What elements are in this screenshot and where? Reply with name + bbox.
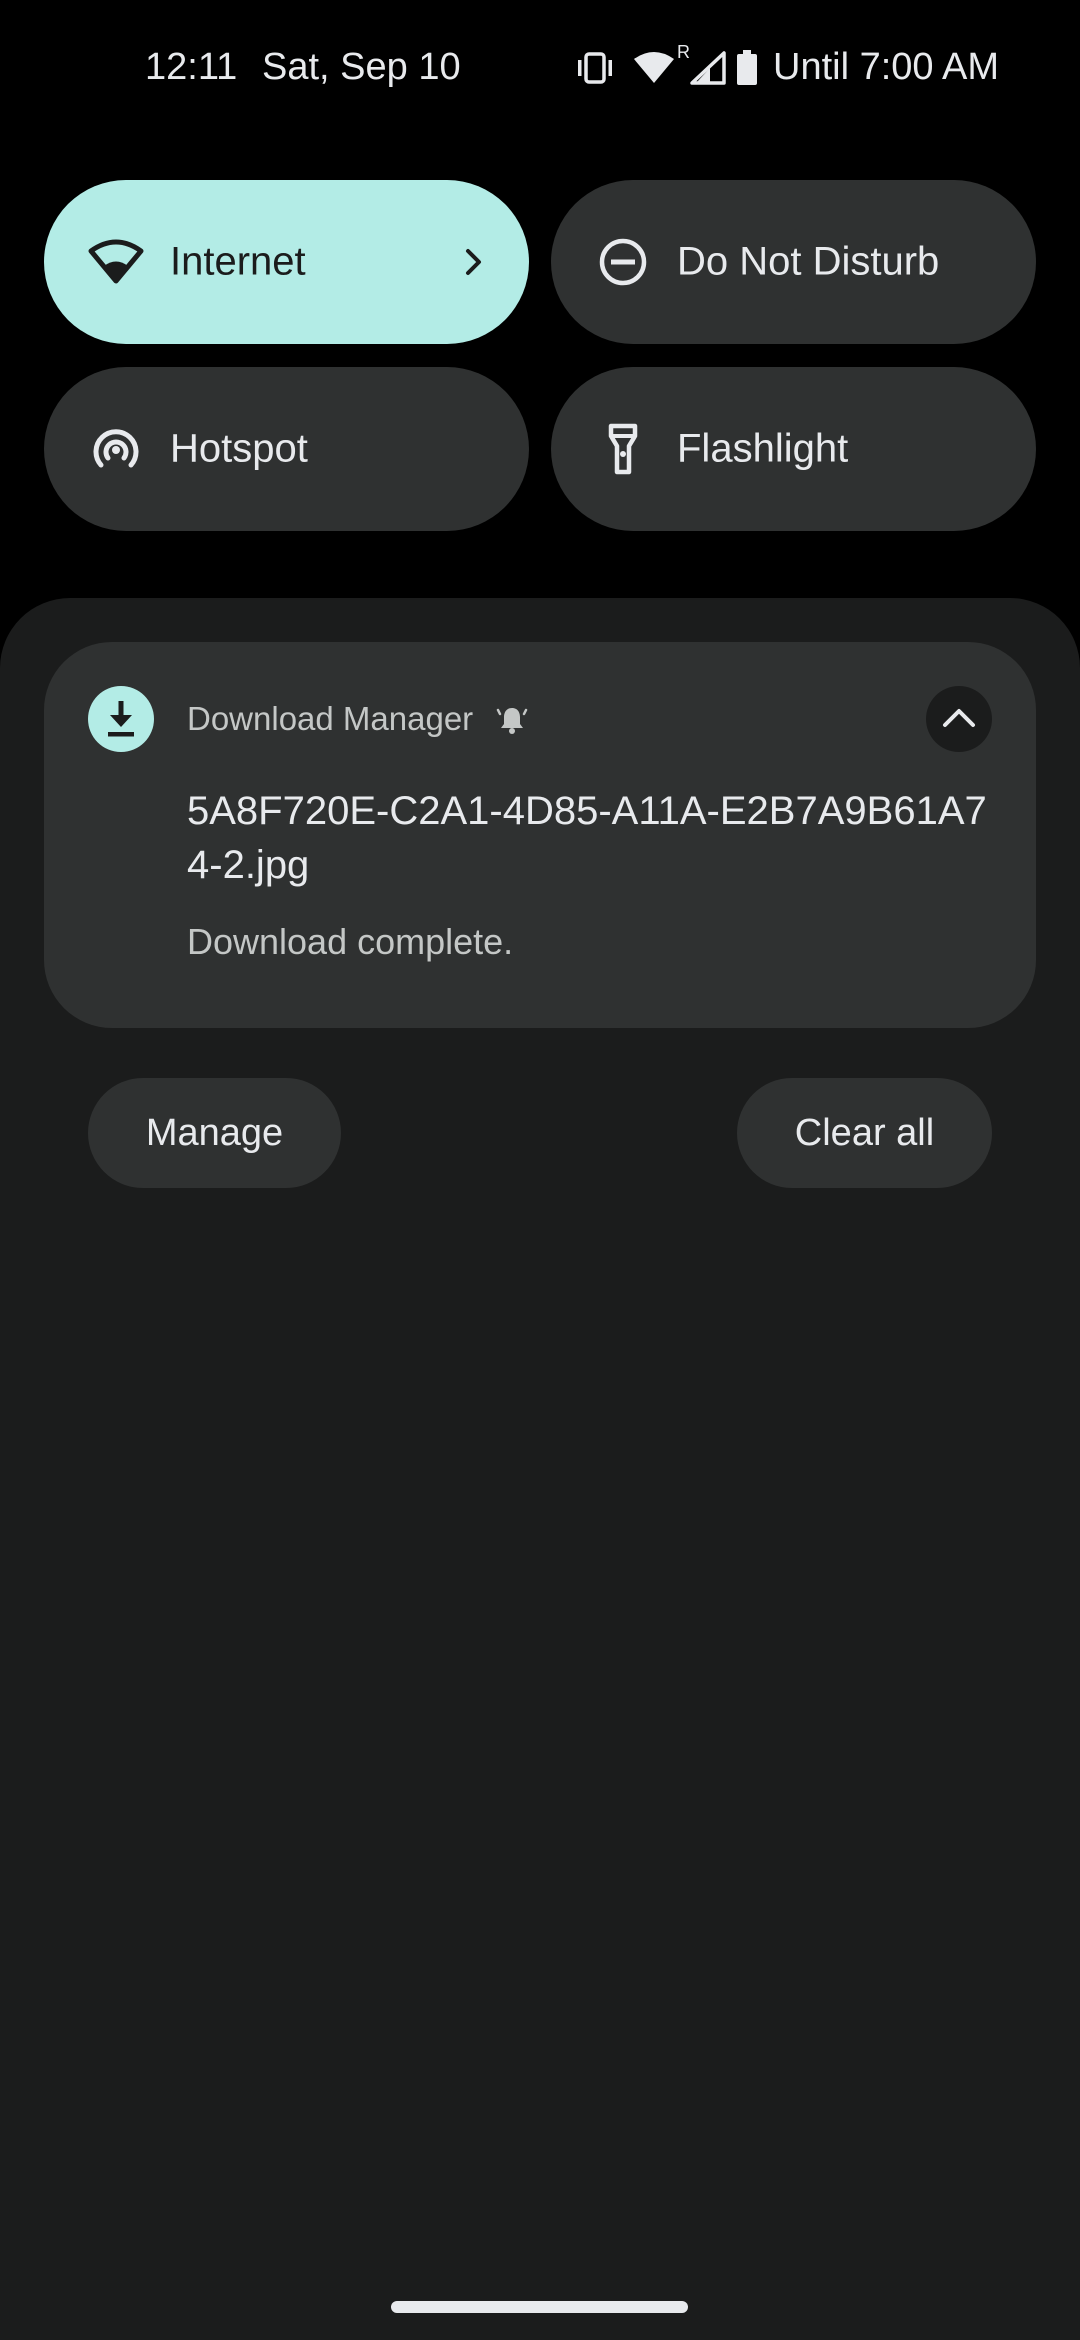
clear-all-button[interactable]: Clear all xyxy=(737,1078,992,1188)
vibrate-icon xyxy=(575,51,615,85)
notification-app-name: Download Manager xyxy=(187,700,474,737)
status-alarm-text: Until 7:00 AM xyxy=(773,46,999,88)
tile-label: Internet xyxy=(170,239,306,284)
tile-hotspot[interactable]: Hotspot xyxy=(44,367,529,531)
wifi-icon xyxy=(633,51,675,85)
tile-flashlight[interactable]: Flashlight xyxy=(551,367,1036,531)
notification-text: Download complete. xyxy=(187,921,514,962)
tile-label: Hotspot xyxy=(170,426,308,471)
status-date: Sat, Sep 10 xyxy=(262,46,461,88)
roaming-indicator: R xyxy=(677,42,690,62)
download-icon xyxy=(88,686,154,752)
signal-icon xyxy=(690,51,726,85)
collapse-button[interactable] xyxy=(926,686,992,752)
wifi-icon xyxy=(86,232,146,292)
notification-title: 5A8F720E-C2A1-4D85-A11A-E2B7A9B61A74-2.j… xyxy=(187,789,987,887)
tile-do-not-disturb[interactable]: Do Not Disturb xyxy=(551,180,1036,344)
manage-button[interactable]: Manage xyxy=(88,1078,341,1188)
tile-label: Do Not Disturb xyxy=(677,239,940,284)
tile-label: Flashlight xyxy=(677,426,849,471)
do-not-disturb-icon xyxy=(593,232,653,292)
tile-internet[interactable]: Internet xyxy=(44,180,529,344)
status-bar: 12:11 Sat, Sep 10 R Until 7:00 AM xyxy=(0,0,1080,135)
flashlight-icon xyxy=(593,419,653,479)
chevron-up-icon xyxy=(941,707,977,732)
battery-icon xyxy=(736,50,758,86)
status-icons: R xyxy=(575,42,758,90)
status-time: 12:11 xyxy=(145,46,238,88)
gesture-nav-handle[interactable] xyxy=(391,2301,688,2313)
chevron-right-icon xyxy=(459,242,489,282)
notification-card[interactable]: Download Manager 5A8F720E-C2A1-4D85-A11A… xyxy=(44,642,1036,1028)
hotspot-icon xyxy=(86,419,146,479)
alert-bell-icon xyxy=(496,704,528,736)
